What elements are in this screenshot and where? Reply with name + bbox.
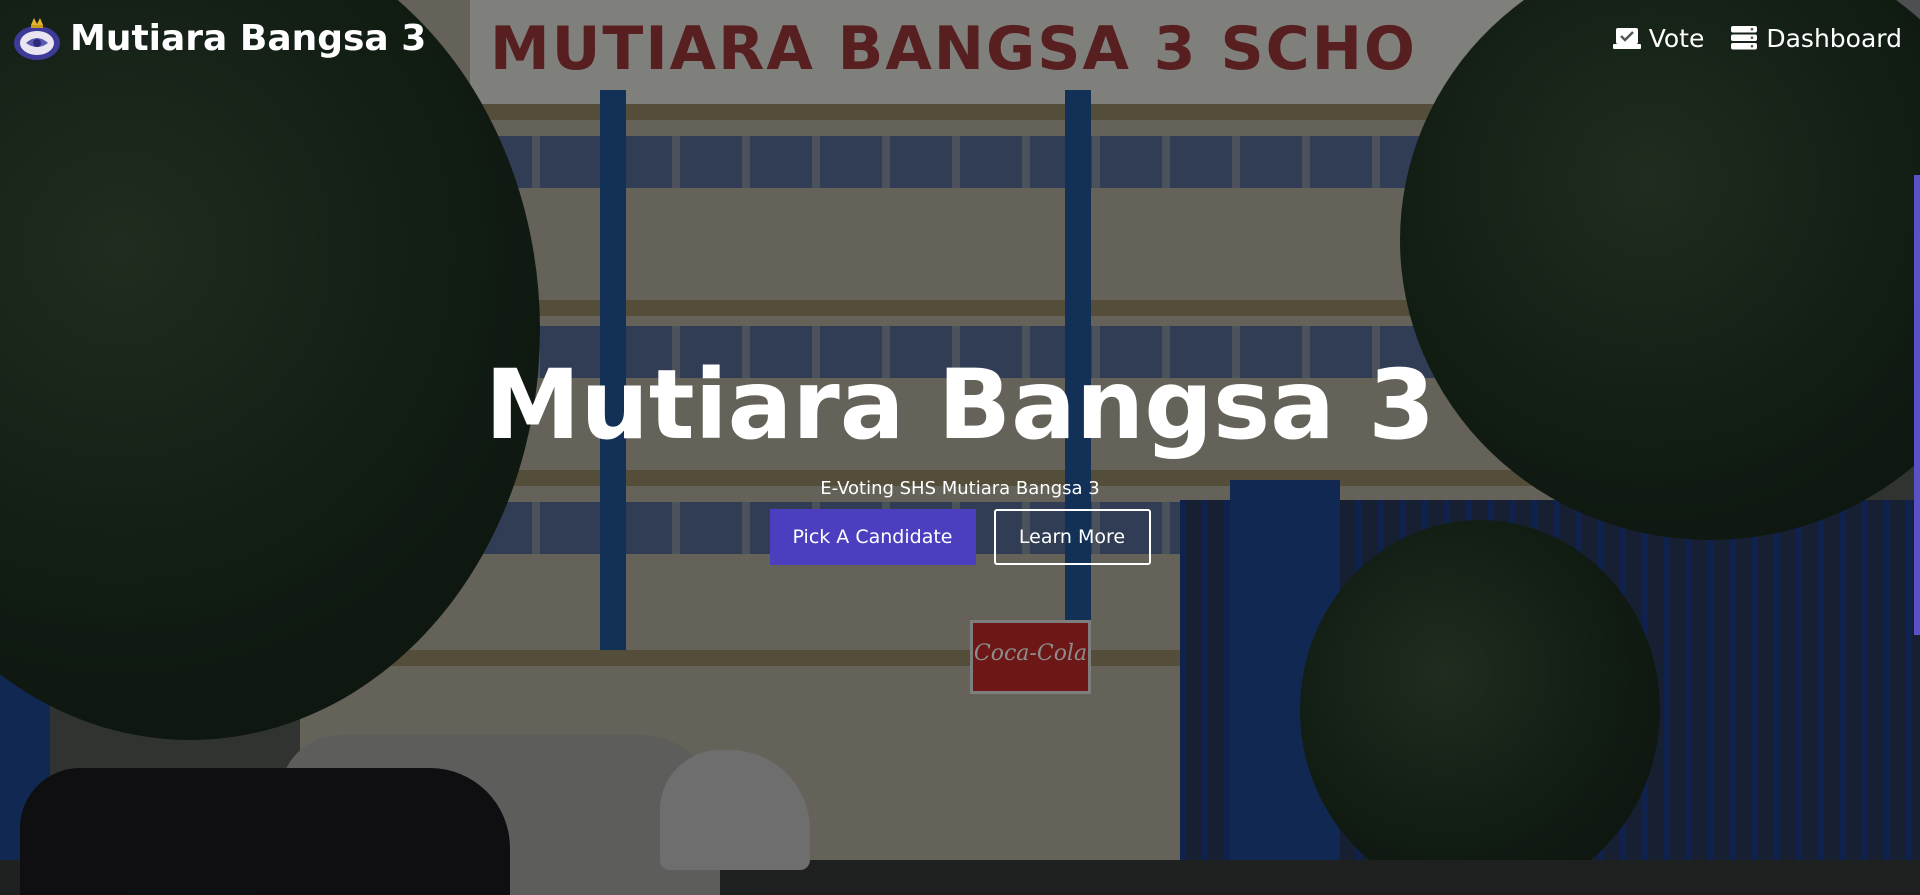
top-navbar: Mutiara Bangsa 3 Vote Dashboard: [0, 0, 1920, 76]
server-dashboard-icon: [1731, 26, 1758, 50]
learn-more-button[interactable]: Learn More: [993, 509, 1151, 565]
hero-title: Mutiara Bangsa 3: [484, 349, 1436, 461]
nav-dashboard-label: Dashboard: [1766, 23, 1902, 53]
brand-name: Mutiara Bangsa 3: [70, 17, 427, 59]
nav-vote-label: Vote: [1648, 23, 1705, 53]
pick-candidate-button[interactable]: Pick A Candidate: [769, 509, 976, 565]
hero-subtitle: E-Voting SHS Mutiara Bangsa 3: [820, 478, 1100, 499]
nav-links: Vote Dashboard: [1587, 24, 1902, 53]
nav-vote-link[interactable]: Vote: [1612, 23, 1705, 53]
vote-ballot-icon: [1612, 28, 1641, 49]
brand-link[interactable]: Mutiara Bangsa 3: [12, 13, 426, 63]
school-crest-icon: [14, 18, 60, 60]
nav-dashboard-link[interactable]: Dashboard: [1730, 24, 1902, 53]
hero-section: Mutiara Bangsa 3 E-Voting SHS Mutiara Ba…: [0, 340, 1920, 565]
hero-buttons: Pick A Candidate Learn More: [0, 509, 1920, 565]
